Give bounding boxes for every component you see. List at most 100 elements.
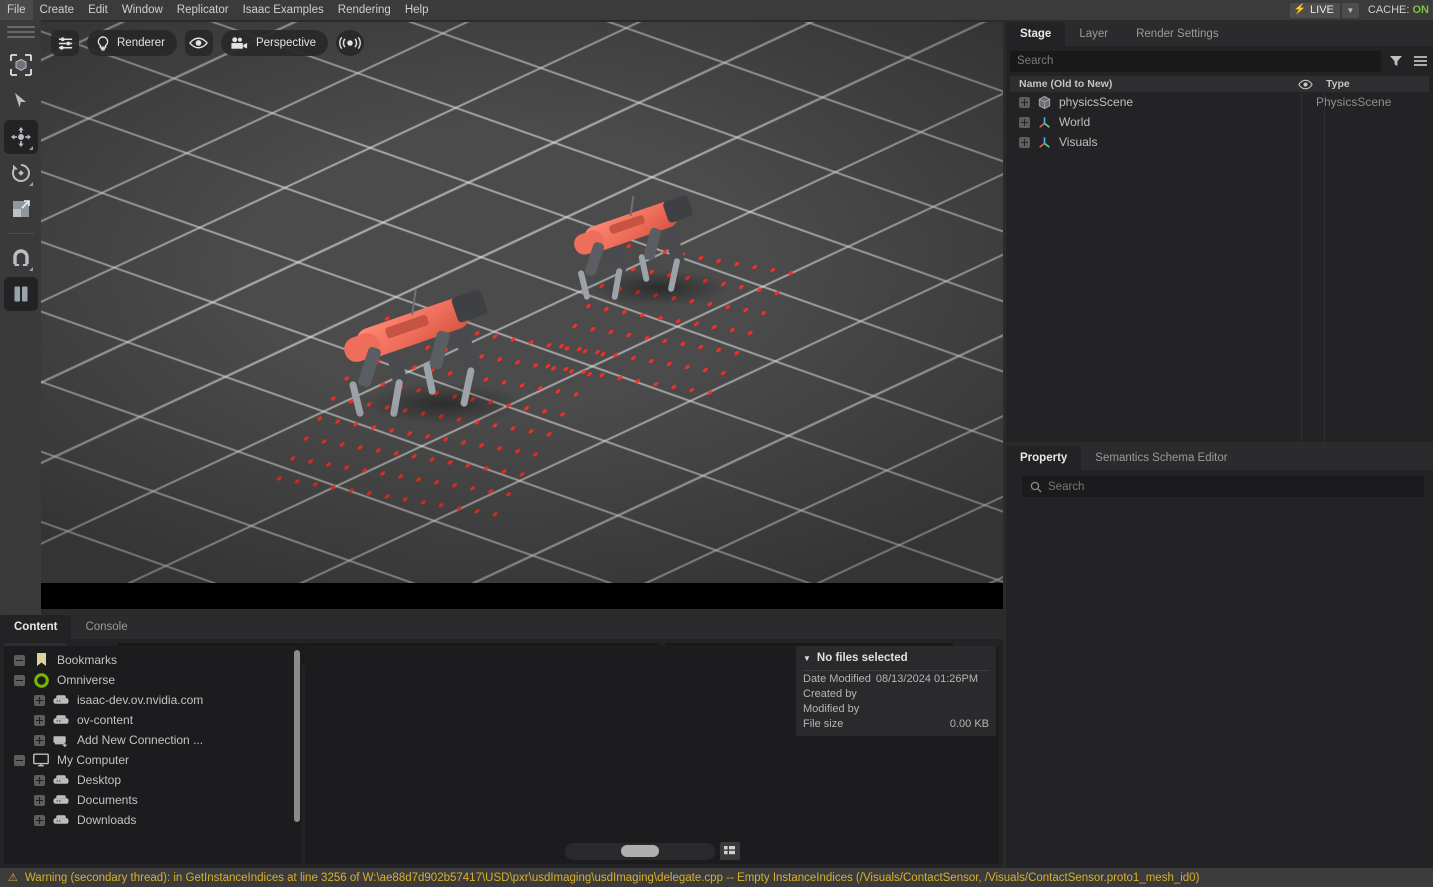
tab-property[interactable]: Property [1006, 446, 1081, 470]
viewport-settings-button[interactable] [51, 30, 79, 56]
tab-semantics-schema-editor[interactable]: Semantics Schema Editor [1081, 446, 1241, 470]
expander-icon[interactable] [34, 775, 45, 786]
tab-layer[interactable]: Layer [1065, 22, 1122, 46]
lightning-bolt-icon: ⚡ [1294, 5, 1306, 15]
menu-edit[interactable]: Edit [81, 0, 115, 20]
camera-menu-button[interactable]: Perspective [221, 30, 328, 56]
tree-item-omniverse[interactable]: Omniverse [4, 670, 302, 690]
stage-row-physicsscene[interactable]: physicsScene PhysicsScene [1010, 92, 1429, 112]
column-header-visibility[interactable] [1289, 79, 1321, 90]
menu-replicator[interactable]: Replicator [170, 0, 236, 20]
pause-tool[interactable] [4, 277, 38, 311]
content-tree[interactable]: Bookmarks Omniverse [4, 646, 302, 864]
chevron-down-icon: ▼ [1346, 6, 1354, 15]
add-connection-icon [51, 732, 71, 748]
stage-row-world[interactable]: World [1010, 112, 1429, 132]
content-browser-body: Bookmarks Omniverse [4, 646, 999, 864]
stage-options-button[interactable] [1411, 52, 1429, 70]
info-row-modified-by: Modified by [803, 702, 989, 716]
collapse-icon[interactable] [14, 675, 25, 686]
property-search-input[interactable] [1022, 476, 1424, 497]
content-tree-scrollbar[interactable] [294, 650, 300, 822]
warning-icon: ⚠ [8, 871, 18, 884]
property-search-wrap [1022, 476, 1424, 497]
stage-tree[interactable]: physicsScene PhysicsScene World [1010, 92, 1429, 447]
monitor-icon [31, 752, 51, 768]
menu-file[interactable]: File [0, 0, 33, 20]
viewport-visibility-button[interactable] [185, 30, 213, 56]
tree-item-add-new-connection[interactable]: Add New Connection ... [4, 730, 302, 750]
tree-item-label: My Computer [57, 753, 129, 767]
magnet-icon [10, 247, 32, 269]
hamburger-icon [1413, 54, 1428, 68]
live-dropdown-button[interactable]: ▼ [1342, 3, 1359, 18]
viewport-3d[interactable]: Renderer Perspective [41, 22, 1003, 609]
info-row-date-modified: Date Modified 08/13/2024 01:26PM [803, 672, 989, 686]
camera-icon [230, 36, 249, 51]
tool-options-corner [29, 267, 33, 271]
expander-icon[interactable] [34, 695, 45, 706]
select-box-tool[interactable] [4, 48, 38, 82]
menu-window[interactable]: Window [115, 0, 170, 20]
toolbar-drag-handle[interactable] [7, 26, 35, 38]
live-button[interactable]: ⚡ LIVE [1290, 3, 1340, 18]
expander-icon[interactable] [34, 715, 45, 726]
menu-isaac-examples[interactable]: Isaac Examples [236, 0, 331, 20]
renderer-menu-button[interactable]: Renderer [87, 30, 177, 56]
stage-row-visuals[interactable]: Visuals [1010, 132, 1429, 152]
info-key: File size [803, 717, 843, 731]
select-tool[interactable] [4, 84, 38, 118]
camera-label: Perspective [256, 37, 316, 49]
slider-thumb[interactable] [621, 845, 659, 857]
expander-icon[interactable] [1019, 97, 1030, 108]
capture-icon [339, 36, 361, 50]
expander-icon[interactable] [34, 815, 45, 826]
snap-tool[interactable] [4, 241, 38, 275]
tab-render-settings[interactable]: Render Settings [1122, 22, 1232, 46]
stage-search-input[interactable] [1010, 51, 1381, 72]
left-toolbar [0, 20, 41, 615]
stage-item-name: World [1059, 115, 1316, 129]
select-box-icon [9, 53, 33, 77]
thumbnail-size-slider[interactable] [565, 843, 715, 860]
expander-icon[interactable] [1019, 117, 1030, 128]
tree-item-my-computer[interactable]: My Computer [4, 750, 302, 770]
scale-tool[interactable] [4, 192, 38, 226]
grid-view-toggle[interactable] [720, 842, 740, 860]
lightbulb-icon [96, 36, 110, 51]
tree-item-downloads[interactable]: Downloads [4, 810, 302, 830]
collapse-icon[interactable] [14, 655, 25, 666]
file-info-title-label: No files selected [817, 652, 908, 664]
menu-create[interactable]: Create [33, 0, 82, 20]
move-tool[interactable] [4, 120, 38, 154]
stage-filter-button[interactable] [1387, 52, 1405, 70]
content-file-grid[interactable]: ▼ No files selected Date Modified 08/13/… [305, 646, 999, 864]
column-header-name[interactable]: Name (Old to New) [1010, 78, 1289, 90]
rotate-tool[interactable] [4, 156, 38, 190]
status-warning-text[interactable]: Warning (secondary thread): in GetInstan… [25, 872, 1200, 884]
expander-icon[interactable] [34, 795, 45, 806]
tab-console[interactable]: Console [71, 615, 141, 639]
tab-content[interactable]: Content [0, 615, 71, 639]
menu-rendering[interactable]: Rendering [331, 0, 398, 20]
move-icon [10, 126, 32, 148]
tree-item-bookmarks[interactable]: Bookmarks [4, 650, 302, 670]
collapse-icon[interactable] [14, 755, 25, 766]
menu-help[interactable]: Help [398, 0, 436, 20]
axis-icon [1036, 135, 1053, 150]
column-header-type[interactable]: Type [1321, 78, 1429, 90]
tree-item-ov-content[interactable]: ov-content [4, 710, 302, 730]
tree-item-label: Add New Connection ... [77, 733, 203, 747]
expander-icon[interactable] [1019, 137, 1030, 148]
info-value: 08/13/2024 01:26PM [876, 672, 978, 686]
tab-stage[interactable]: Stage [1006, 22, 1065, 46]
tree-item-desktop[interactable]: Desktop [4, 770, 302, 790]
tree-item-documents[interactable]: Documents [4, 790, 302, 810]
info-key: Modified by [803, 702, 859, 716]
eye-icon [1298, 79, 1313, 90]
info-key: Created by [803, 687, 857, 701]
file-info-header[interactable]: ▼ No files selected [803, 652, 989, 671]
expander-icon[interactable] [34, 735, 45, 746]
viewport-capture-button[interactable] [336, 30, 364, 56]
tree-item-isaac-dev[interactable]: isaac-dev.ov.nvidia.com [4, 690, 302, 710]
